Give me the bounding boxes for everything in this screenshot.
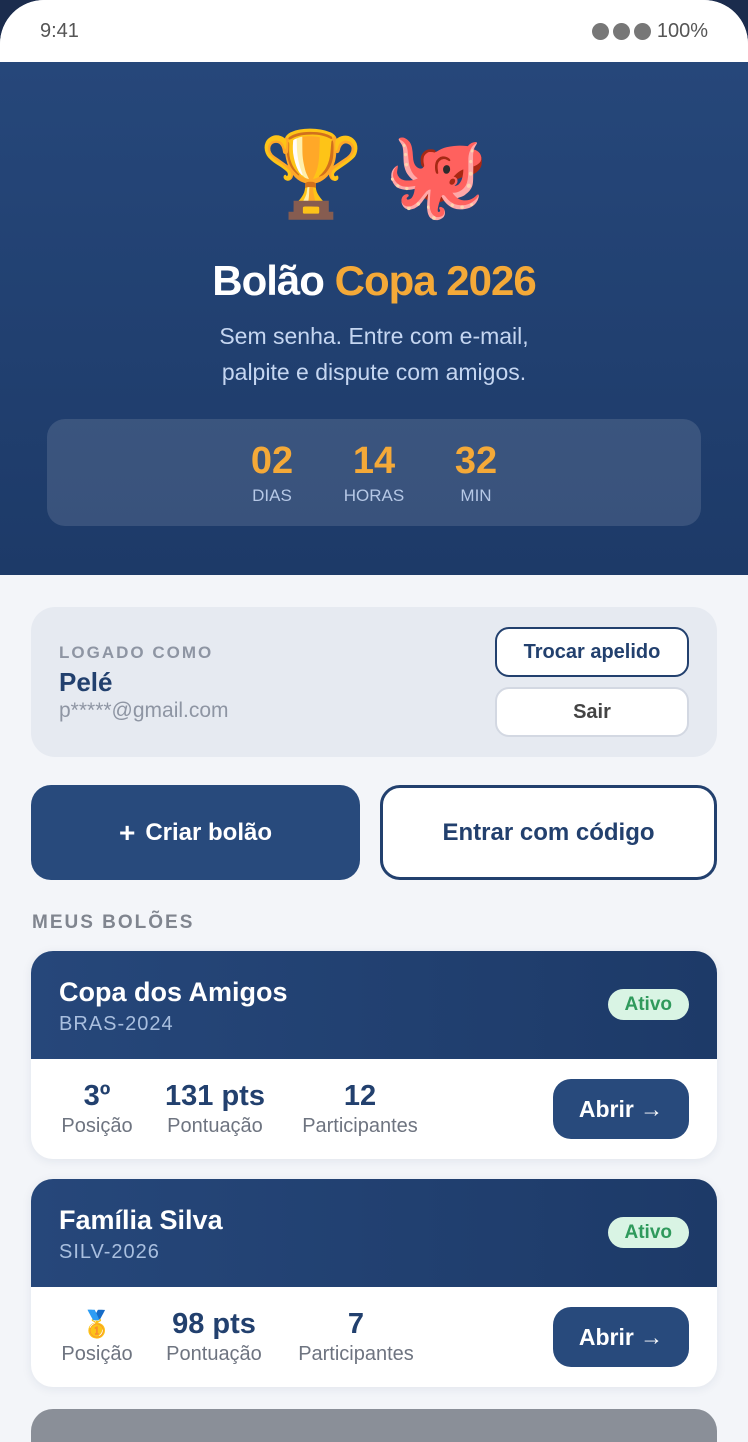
hero-subtitle-line2: palpite e dispute com amigos. <box>221 359 527 385</box>
countdown-minutes-value: 32 <box>454 439 498 482</box>
pool-score-value: 131 pts <box>165 1080 265 1112</box>
countdown-hours-value: 14 <box>352 439 396 482</box>
status-indicators: 100% <box>591 19 708 43</box>
hero-subtitle: Sem senha. Entre com e-mail, palpite e d… <box>0 318 748 390</box>
gold-medal-icon: 🥇 <box>80 1309 114 1339</box>
status-badge: Ativo <box>607 1217 689 1248</box>
pool-participants-value: 7 <box>347 1308 365 1340</box>
countdown-minutes-label: MIN <box>460 485 492 505</box>
app-title-accent: Copa 2026 <box>334 257 537 304</box>
pool-participants-value: 12 <box>343 1080 377 1112</box>
pool-score: 131 pts Pontuação <box>159 1079 271 1138</box>
join-with-code-button[interactable]: Entrar com código <box>380 785 717 880</box>
countdown-timer: 02 DIAS 14 HORAS 32 MIN <box>47 419 701 526</box>
pool-code: BRAS-2024 <box>59 1013 174 1035</box>
countdown-minutes: 32 MIN <box>447 440 505 506</box>
pool-score-label: Pontuação <box>167 1115 263 1137</box>
logged-user-card: LOGADO COMO Pelé p*****@gmail.com Trocar… <box>31 607 717 757</box>
countdown-hours: 14 HORAS <box>341 440 407 506</box>
change-nickname-button[interactable]: Trocar apelido <box>495 627 689 677</box>
signal-icon <box>591 22 651 40</box>
pool-participants-label: Participantes <box>298 1343 414 1365</box>
pool-position-label: Posição <box>61 1115 133 1137</box>
countdown-days: 02 DIAS <box>243 440 301 506</box>
countdown-days-value: 02 <box>250 439 294 482</box>
pool-position-value: 3º <box>83 1080 111 1112</box>
status-time: 9:41 <box>40 19 79 42</box>
pool-name: Família Silva <box>59 1205 223 1235</box>
pool-card-body: 🥇 Posição 98 pts Pontuação 7 Participant… <box>31 1287 717 1387</box>
countdown-days-label: DIAS <box>252 485 292 505</box>
hero-banner: 🏆 🐙 Bolão Copa 2026 Sem senha. Entre com… <box>0 62 748 575</box>
status-bar: 9:41 100% <box>0 0 748 62</box>
logged-as-label: LOGADO COMO <box>59 643 214 662</box>
pool-participants: 12 Participantes <box>295 1079 425 1138</box>
hero-emojis: 🏆 🐙 <box>0 124 748 224</box>
pool-code: SILV-2026 <box>59 1241 160 1263</box>
pool-name: Copa dos Amigos <box>59 977 288 1007</box>
status-badge: Ativo <box>607 989 689 1020</box>
countdown-hours-label: HORAS <box>343 485 405 505</box>
app-title-main: Bolão <box>212 257 325 304</box>
create-pool-label: Criar bolão <box>145 818 273 846</box>
phone-screen: 9:41 100% 🏆 🐙 Bolão Copa 2026 Sem senha.… <box>0 0 748 1442</box>
battery-level: 100% <box>656 19 708 42</box>
trophy-icon: 🏆 <box>259 125 364 223</box>
octopus-icon: 🐙 <box>384 125 489 223</box>
pool-card-body: 3º Posição 131 pts Pontuação 12 Particip… <box>31 1059 717 1159</box>
pool-participants-label: Participantes <box>302 1115 418 1137</box>
user-name: Pelé <box>59 667 113 697</box>
pool-card: Família Silva SILV-2026 Ativo 🥇 Posição … <box>31 1179 717 1387</box>
user-email: p*****@gmail.com <box>59 699 229 722</box>
pool-card-header: Copa dos Amigos BRAS-2024 Ativo <box>31 951 717 1059</box>
hero-subtitle-line1: Sem senha. Entre com e-mail, <box>219 323 529 349</box>
pool-participants: 7 Participantes <box>291 1307 421 1366</box>
pool-score-value: 98 pts <box>172 1308 256 1340</box>
plus-icon: + <box>118 816 136 848</box>
pool-position: 🥇 Posição <box>59 1307 135 1366</box>
app-title: Bolão Copa 2026 <box>0 257 748 305</box>
logout-button[interactable]: Sair <box>495 687 689 737</box>
pool-card: Copa dos Amigos BRAS-2024 Ativo 3º Posiç… <box>31 951 717 1159</box>
pool-score: 98 pts Pontuação <box>159 1307 269 1366</box>
pool-position: 3º Posição <box>59 1079 135 1138</box>
open-pool-button[interactable]: Abrir → <box>553 1079 689 1139</box>
create-pool-button[interactable]: + Criar bolão <box>31 785 360 880</box>
pool-card-header: Família Silva SILV-2026 Ativo <box>31 1179 717 1287</box>
pool-score-label: Pontuação <box>166 1343 262 1365</box>
open-pool-button[interactable]: Abrir → <box>553 1307 689 1367</box>
my-pools-heading: MEUS BOLÕES <box>32 912 195 933</box>
pool-card-inactive[interactable] <box>31 1409 717 1442</box>
pool-position-label: Posição <box>61 1343 133 1365</box>
